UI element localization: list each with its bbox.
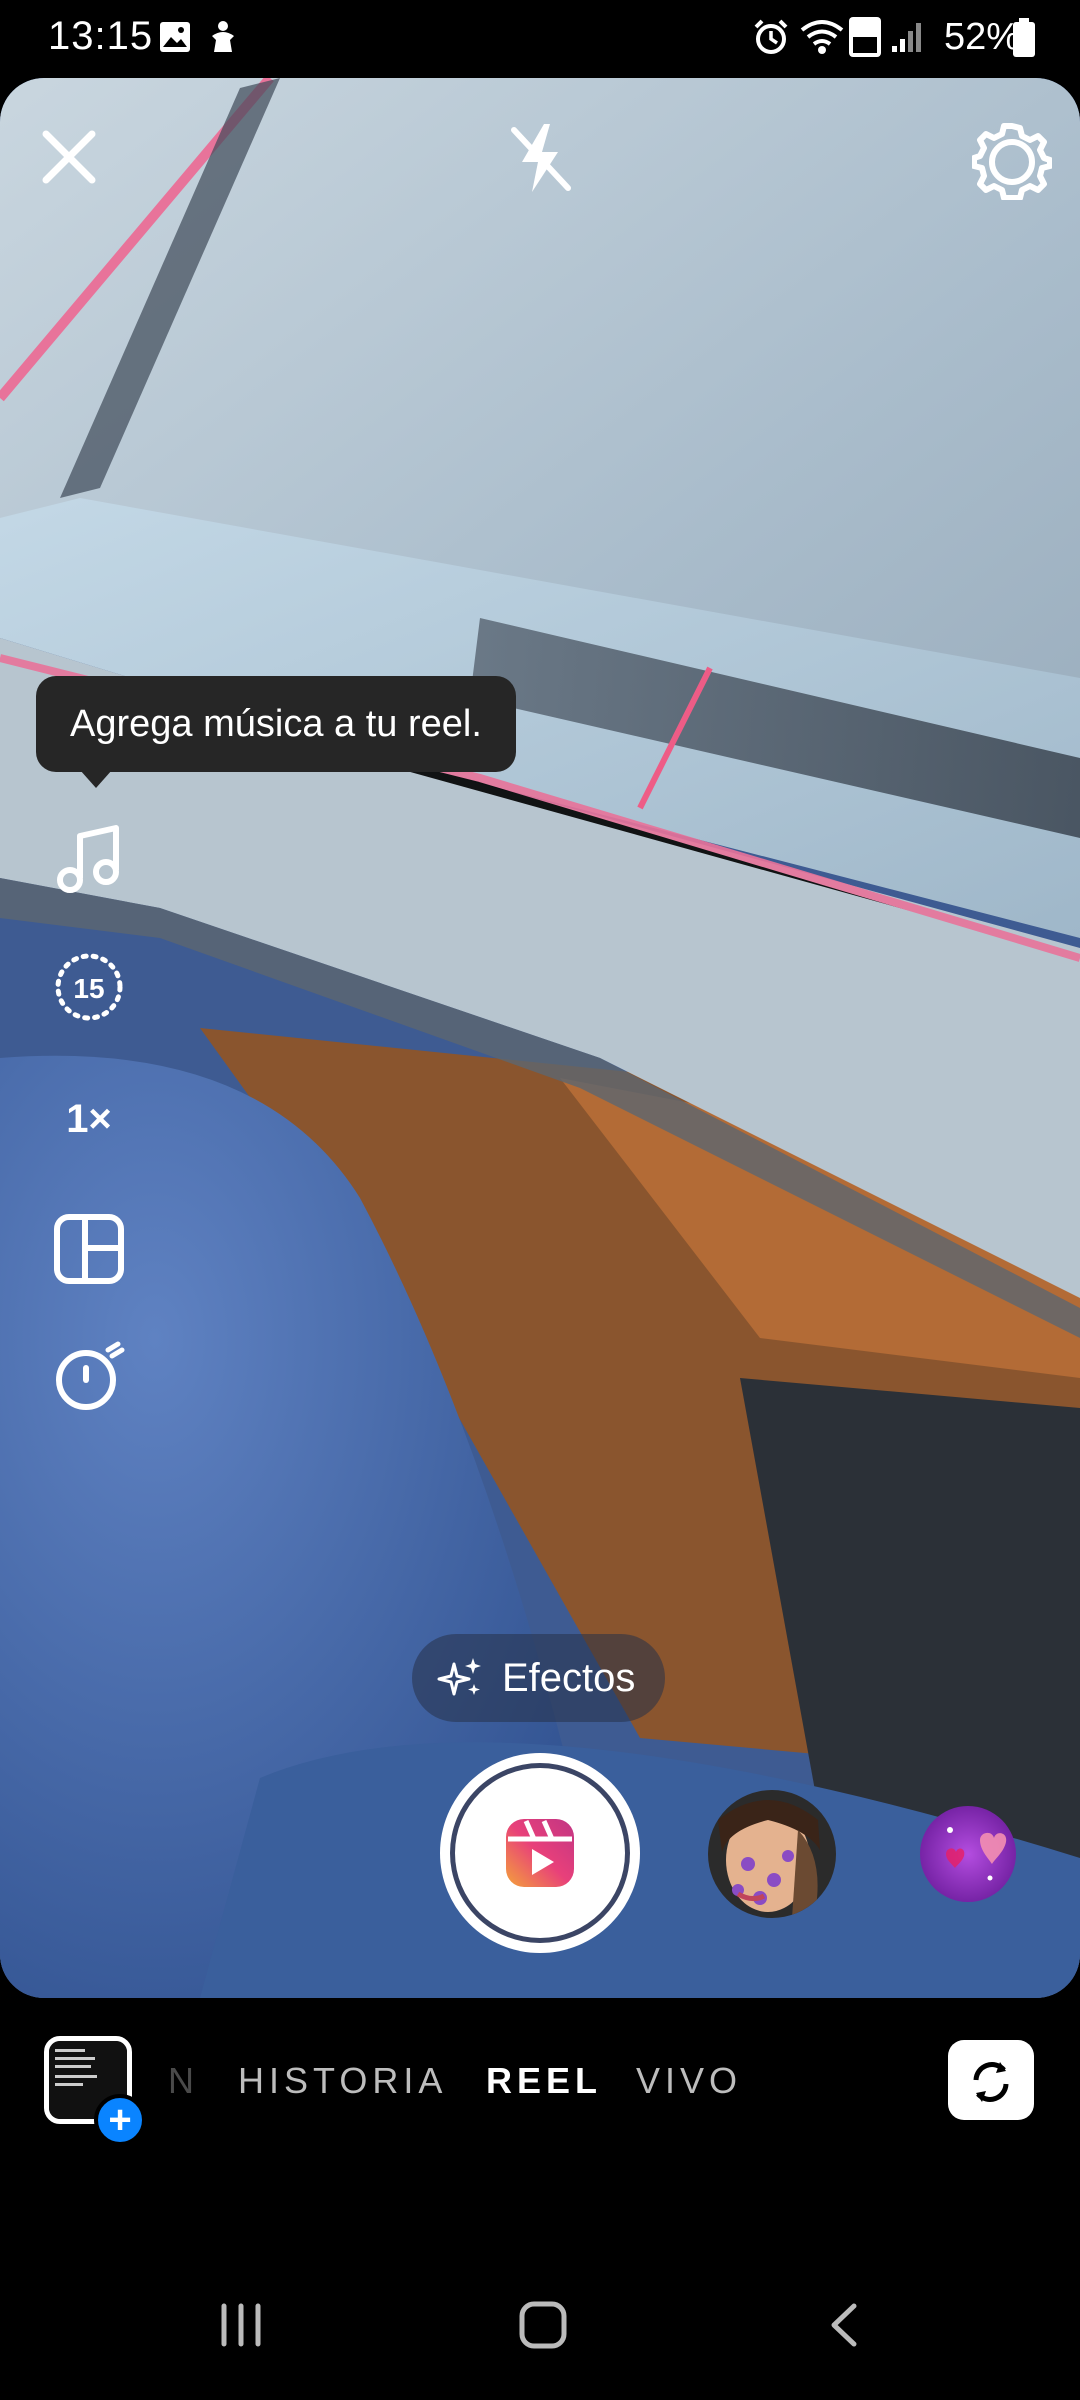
layout-grid-icon — [54, 1214, 124, 1284]
flip-camera-button[interactable] — [948, 2040, 1034, 2120]
flip-camera-icon — [962, 2044, 1009, 2102]
mode-tab-vivo[interactable]: VIVO — [636, 2060, 742, 2102]
duration-button[interactable]: 15 — [44, 942, 134, 1032]
status-bar: 13:15 52% — [0, 0, 1080, 78]
music-tooltip[interactable]: Agrega música a tu reel. — [36, 676, 516, 772]
capture-button[interactable] — [440, 1753, 640, 1953]
home-icon[interactable] — [518, 2300, 568, 2350]
sparkles-icon — [437, 1658, 481, 1696]
capture-ring — [450, 1763, 630, 1943]
face-filter-preview-icon — [708, 1790, 836, 1918]
mode-tab-historia[interactable]: HISTORIA — [238, 2060, 447, 2102]
effects-button[interactable]: Efectos — [412, 1634, 666, 1722]
volte-icon — [849, 17, 881, 57]
timer-icon — [56, 1341, 125, 1410]
flash-off-icon[interactable] — [500, 116, 580, 200]
music-note-icon — [57, 825, 119, 893]
timer-button[interactable] — [44, 1332, 134, 1422]
reels-icon — [506, 1819, 574, 1887]
signal-icon — [892, 23, 921, 52]
tooltip-pointer — [80, 770, 112, 788]
recent-apps-icon[interactable] — [218, 2300, 264, 2350]
effect-thumbnail-hearts[interactable] — [920, 1806, 1016, 1902]
hearts-effect-icon — [920, 1806, 1016, 1902]
effects-label: Efectos — [502, 1655, 636, 1700]
effect-thumbnail-face-filter[interactable] — [708, 1790, 836, 1918]
settings-gear-icon[interactable] — [972, 120, 1052, 200]
battery-icon — [1013, 18, 1035, 57]
duration-value: 15 — [73, 973, 104, 1004]
battery-percent: 52% — [943, 16, 1020, 58]
speed-label: 1× — [66, 1096, 112, 1141]
back-icon[interactable] — [826, 2300, 862, 2350]
layout-button[interactable] — [44, 1204, 134, 1294]
wifi-icon — [800, 20, 844, 54]
status-time: 13:15 — [48, 14, 154, 58]
mode-partial-label[interactable]: N — [168, 2060, 199, 2102]
music-button[interactable] — [44, 814, 134, 904]
close-icon[interactable] — [34, 122, 104, 192]
gallery-notification-icon — [160, 22, 190, 52]
duration-timer-icon: 15 — [55, 953, 123, 1021]
app-notification-icon — [212, 21, 234, 52]
mode-tab-reel[interactable]: REEL — [486, 2060, 602, 2102]
alarm-icon — [754, 19, 788, 54]
tooltip-text: Agrega música a tu reel. — [70, 702, 482, 745]
camera-viewport[interactable]: Agrega música a tu reel. 15 1× Efectos — [0, 78, 1080, 1998]
speed-button[interactable]: 1× — [44, 1074, 134, 1164]
add-media-icon[interactable]: + — [94, 2094, 146, 2146]
